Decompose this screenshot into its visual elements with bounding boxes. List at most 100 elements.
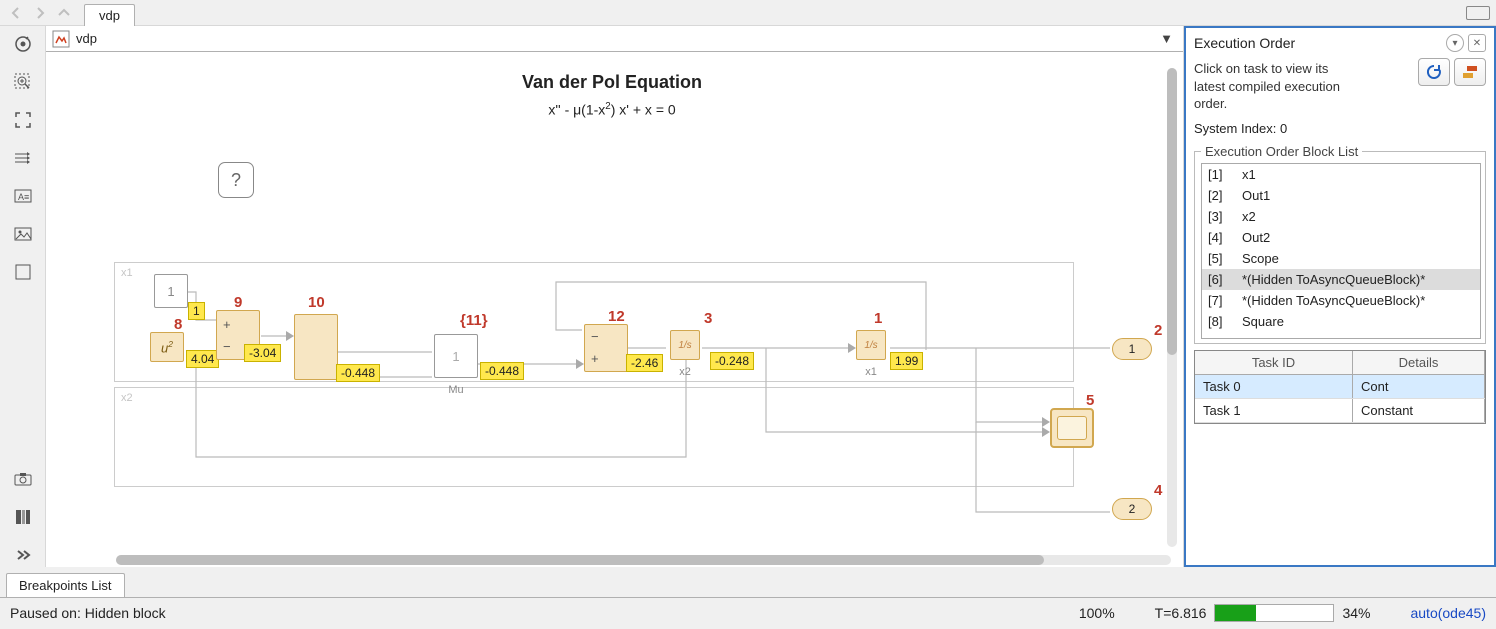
back-icon[interactable]: [6, 3, 26, 23]
model-file-icon: [52, 30, 70, 48]
arrow-icon: [848, 343, 856, 353]
task-table: Task ID Details Task 0ContTask 1Constant: [1194, 350, 1486, 424]
integrator-x2[interactable]: 1/s: [670, 330, 700, 360]
x2-label: x2: [679, 366, 691, 378]
x1-label: x1: [865, 366, 877, 378]
breakpoints-tab[interactable]: Breakpoints List: [6, 573, 125, 597]
library-icon[interactable]: [11, 505, 35, 529]
status-bar: Paused on: Hidden block 100% T=6.816 34%…: [0, 597, 1496, 627]
zoom-in-icon[interactable]: [11, 70, 35, 94]
forward-icon[interactable]: [30, 3, 50, 23]
panel-title: Execution Order: [1194, 35, 1442, 51]
refresh-button[interactable]: [1418, 58, 1450, 86]
integrator-x1[interactable]: 1/s: [856, 330, 886, 360]
block-list[interactable]: [1]x1[2]Out1[3]x2[4]Out2[5]Scope[6]*(Hid…: [1201, 163, 1481, 339]
breadcrumb-model[interactable]: vdp: [76, 31, 97, 46]
panel-description: Click on task to view its latest compile…: [1194, 60, 1340, 113]
block-list-row[interactable]: [5]Scope: [1202, 248, 1480, 269]
exec-number-11: {11}: [460, 312, 488, 329]
image-icon[interactable]: [11, 222, 35, 246]
breadcrumb-bar: vdp ▼: [46, 26, 1183, 52]
breadcrumb-dropdown-icon[interactable]: ▼: [1160, 31, 1173, 46]
arrow-icon: [286, 331, 294, 341]
up-icon[interactable]: [54, 3, 74, 23]
block-list-legend: Execution Order Block List: [1201, 144, 1362, 159]
sum-block-2[interactable]: − +: [584, 324, 628, 372]
exec-number-9: 9: [234, 294, 242, 311]
more-icon[interactable]: [11, 543, 35, 567]
center-pane: vdp ▼ Van der Pol Equation x'' - μ(1-x2)…: [46, 26, 1184, 567]
task-header-id: Task ID: [1195, 351, 1353, 374]
system-index: System Index: 0: [1194, 121, 1486, 136]
block-list-group: Execution Order Block List [1]x1[2]Out1[…: [1194, 144, 1486, 344]
progress-bar: [1214, 604, 1334, 622]
rail-x2: x2: [114, 387, 1074, 487]
diagram-title: Van der Pol Equation: [522, 72, 702, 93]
task-header-details: Details: [1353, 351, 1485, 374]
out-port-2[interactable]: 2: [1112, 498, 1152, 520]
product-block[interactable]: [294, 314, 338, 380]
left-toolbar: A≡: [0, 26, 46, 567]
exec-number-10: 10: [308, 294, 325, 311]
paused-status: Paused on: Hidden block: [10, 605, 166, 621]
square-block[interactable]: u2: [150, 332, 184, 362]
block-list-row[interactable]: [1]x1: [1202, 164, 1480, 185]
canvas[interactable]: Van der Pol Equation x'' - μ(1-x2) x' + …: [46, 52, 1183, 567]
solver-link[interactable]: auto(ode45): [1410, 605, 1486, 621]
signal-value-neg304: -3.04: [244, 344, 281, 362]
model-tab[interactable]: vdp: [84, 4, 135, 27]
panel-minimize-icon[interactable]: ▾: [1446, 34, 1464, 52]
out-port-1[interactable]: 1: [1112, 338, 1152, 360]
gain-block-mu[interactable]: 1: [434, 334, 478, 378]
top-toolbar: vdp: [0, 0, 1496, 26]
signals-icon[interactable]: [11, 146, 35, 170]
snapshot-icon[interactable]: [11, 467, 35, 491]
exec-number-12: 12: [608, 308, 625, 325]
target-icon[interactable]: [11, 32, 35, 56]
svg-text:A≡: A≡: [18, 192, 29, 202]
keyboard-icon[interactable]: [1466, 6, 1490, 20]
exec-number-2: 2: [1154, 322, 1162, 339]
block-list-row[interactable]: [2]Out1: [1202, 185, 1480, 206]
block-list-row[interactable]: [4]Out2: [1202, 227, 1480, 248]
diagram-equation: x'' - μ(1-x2) x' + x = 0: [522, 101, 702, 118]
arrow-icon: [576, 359, 584, 369]
zoom-level[interactable]: 100%: [1079, 605, 1115, 621]
rail-x2-label: x2: [121, 392, 133, 404]
task-row[interactable]: Task 1Constant: [1195, 399, 1485, 423]
diagram-title-block: Van der Pol Equation x'' - μ(1-x2) x' + …: [522, 72, 702, 118]
block-list-row[interactable]: [7]*(Hidden ToAsyncQueueBlock)*: [1202, 290, 1480, 311]
block-list-row[interactable]: [6]*(Hidden ToAsyncQueueBlock)*: [1202, 269, 1480, 290]
execution-order-panel: Execution Order ▾ ✕ Click on task to vie…: [1184, 26, 1496, 567]
constant-block-1[interactable]: 1: [154, 274, 188, 308]
task-row[interactable]: Task 0Cont: [1195, 375, 1485, 399]
scope-block[interactable]: [1050, 408, 1094, 448]
block-list-row[interactable]: [3]x2: [1202, 206, 1480, 227]
fit-view-icon[interactable]: [11, 108, 35, 132]
highlight-button[interactable]: [1454, 58, 1486, 86]
signal-value-neg246: -2.46: [626, 354, 663, 372]
help-button[interactable]: ?: [218, 162, 254, 198]
breakpoints-bar: Breakpoints List: [0, 567, 1496, 597]
panel-close-icon[interactable]: ✕: [1468, 34, 1486, 52]
arrow-icon: [1042, 417, 1050, 427]
exec-number-5: 5: [1086, 392, 1094, 409]
signal-value-199: 1.99: [890, 352, 923, 370]
block-list-row[interactable]: [8]Square: [1202, 311, 1480, 332]
signal-value-404: 4.04: [186, 350, 219, 368]
area-icon[interactable]: [11, 260, 35, 284]
exec-number-1: 1: [874, 310, 882, 327]
exec-number-3: 3: [704, 310, 712, 327]
signal-value-neg0248: -0.248: [710, 352, 754, 370]
annotation-icon[interactable]: A≡: [11, 184, 35, 208]
main-area: A≡ vdp ▼ Van der Pol Equation x'' - μ(1-…: [0, 26, 1496, 567]
progress-text: 34%: [1342, 605, 1370, 621]
arrow-icon: [1042, 427, 1050, 437]
signal-value-neg0448a: -0.448: [336, 364, 380, 382]
signal-value-muout: -0.448: [480, 362, 524, 380]
canvas-vscroll[interactable]: [1167, 68, 1177, 547]
canvas-hscroll[interactable]: [116, 555, 1171, 565]
sim-time: T=6.816: [1155, 605, 1207, 621]
mu-label: Mu: [448, 384, 463, 396]
rail-x1-label: x1: [121, 267, 133, 279]
